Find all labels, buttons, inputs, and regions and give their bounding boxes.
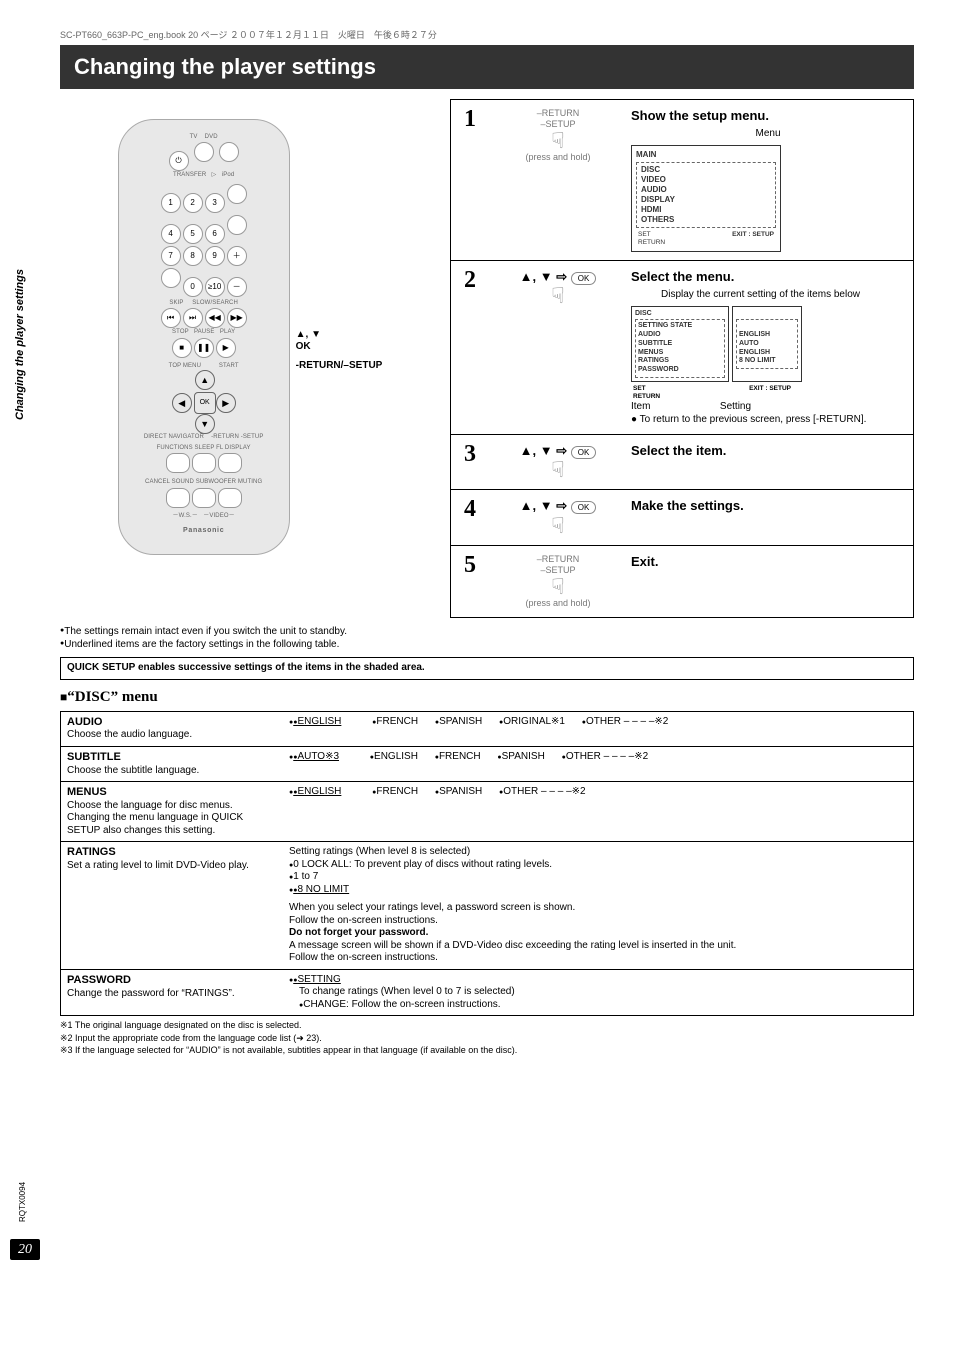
footnotes: ※1 The original language designated on t… bbox=[60, 1020, 914, 1056]
down-arrow-icon: ▼ bbox=[195, 414, 215, 434]
disc-menu-heading: “DISC” menu bbox=[60, 688, 914, 707]
press-icon: ☟ bbox=[493, 285, 623, 307]
model-code: RQTX0094 bbox=[18, 1182, 28, 1222]
up-arrow-icon: ▲ bbox=[195, 370, 215, 390]
disc-menu-table: AUDIOChoose the audio language. ENGLISH … bbox=[60, 711, 914, 1017]
left-arrow-icon: ◀ bbox=[172, 393, 192, 413]
remote-illustration: TV DVD ⏻ TRANSFER ▷ iPod 123 456 789＋ 0≥… bbox=[118, 119, 290, 555]
press-hold-icon: ☟ bbox=[493, 130, 623, 152]
header-strip: SC-PT660_663P-PC_eng.book 20 ページ ２００７年１２… bbox=[60, 30, 914, 41]
page-title: Changing the player settings bbox=[60, 45, 914, 89]
remote-brand: Panasonic bbox=[129, 527, 279, 536]
sidebar-section-title: Changing the player settings bbox=[14, 269, 28, 420]
pre-notes: The settings remain intact even if you s… bbox=[60, 626, 914, 651]
step-number: 1 bbox=[451, 100, 489, 260]
quick-setup-note: QUICK SETUP enables successive settings … bbox=[60, 657, 914, 680]
right-arrow-icon: ▶ bbox=[216, 393, 236, 413]
ok-button: OK bbox=[194, 392, 216, 414]
page-number: 20 bbox=[10, 1239, 40, 1261]
steps-table: 1 –RETURN –SETUP ☟ (press and hold) Show… bbox=[450, 99, 914, 619]
